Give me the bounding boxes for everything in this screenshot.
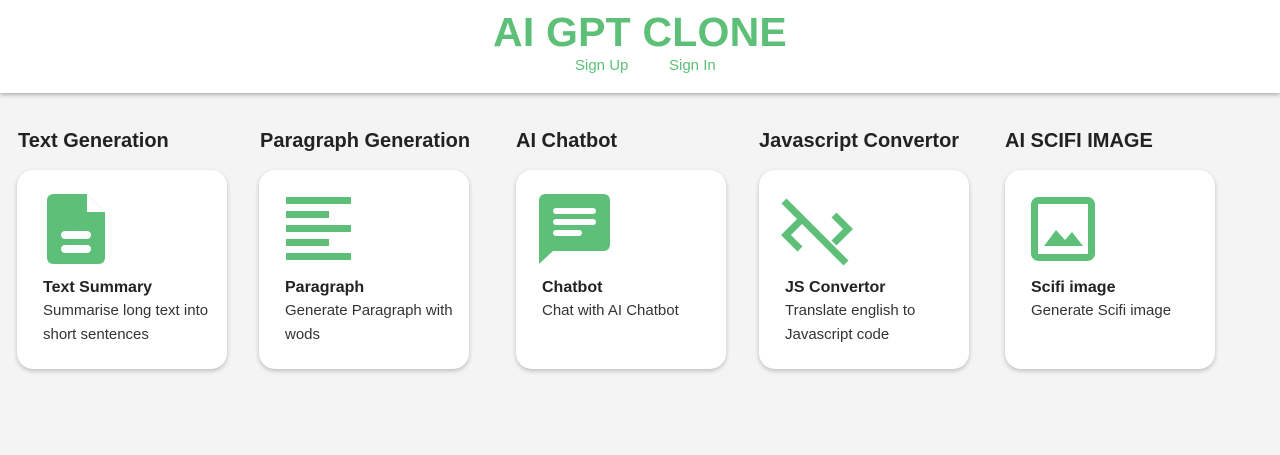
document-icon (47, 194, 105, 264)
card-text-summary[interactable]: Text Summary Summarise long text into sh… (17, 170, 227, 369)
align-left-icon (286, 197, 351, 261)
image-icon (1031, 197, 1095, 261)
card-scifi-image[interactable]: Scifi image Generate Scifi image (1005, 170, 1215, 369)
card-description: Chat with AI Chatbot (542, 302, 679, 319)
sign-up-link[interactable]: Sign Up (575, 57, 628, 75)
section-heading-paragraph-generation: Paragraph Generation (260, 130, 471, 152)
card-description: Generate Paragraph with wods (285, 302, 453, 343)
section-heading-ai-chatbot: AI Chatbot (516, 130, 618, 152)
top-header: AI GPT CLONE Sign Up Sign In (0, 0, 1280, 93)
card-chatbot[interactable]: Chatbot Chat with AI Chatbot (516, 170, 726, 369)
chat-icon (539, 194, 611, 264)
sign-in-link[interactable]: Sign In (669, 57, 716, 75)
app-title: AI GPT CLONE (493, 9, 787, 55)
card-title: Text Summary (43, 279, 153, 296)
card-title: Scifi image (1031, 279, 1116, 296)
card-description: Summarise long text into short sentences (43, 302, 209, 343)
card-title: JS Convertor (785, 279, 886, 296)
card-description: Translate english to Javascript code (785, 302, 916, 343)
code-off-icon (780, 197, 854, 267)
card-js-convertor[interactable]: JS Convertor Translate english to Javasc… (759, 170, 969, 369)
section-heading-javascript-convertor: Javascript Convertor (759, 130, 960, 152)
card-description: Generate Scifi image (1031, 302, 1172, 319)
card-title: Paragraph (285, 279, 365, 296)
section-heading-ai-scifi-image: AI SCIFI IMAGE (1005, 130, 1153, 152)
section-heading-text-generation: Text Generation (18, 130, 169, 152)
card-paragraph[interactable]: Paragraph Generate Paragraph with wods (259, 170, 469, 369)
card-title: Chatbot (542, 279, 603, 296)
